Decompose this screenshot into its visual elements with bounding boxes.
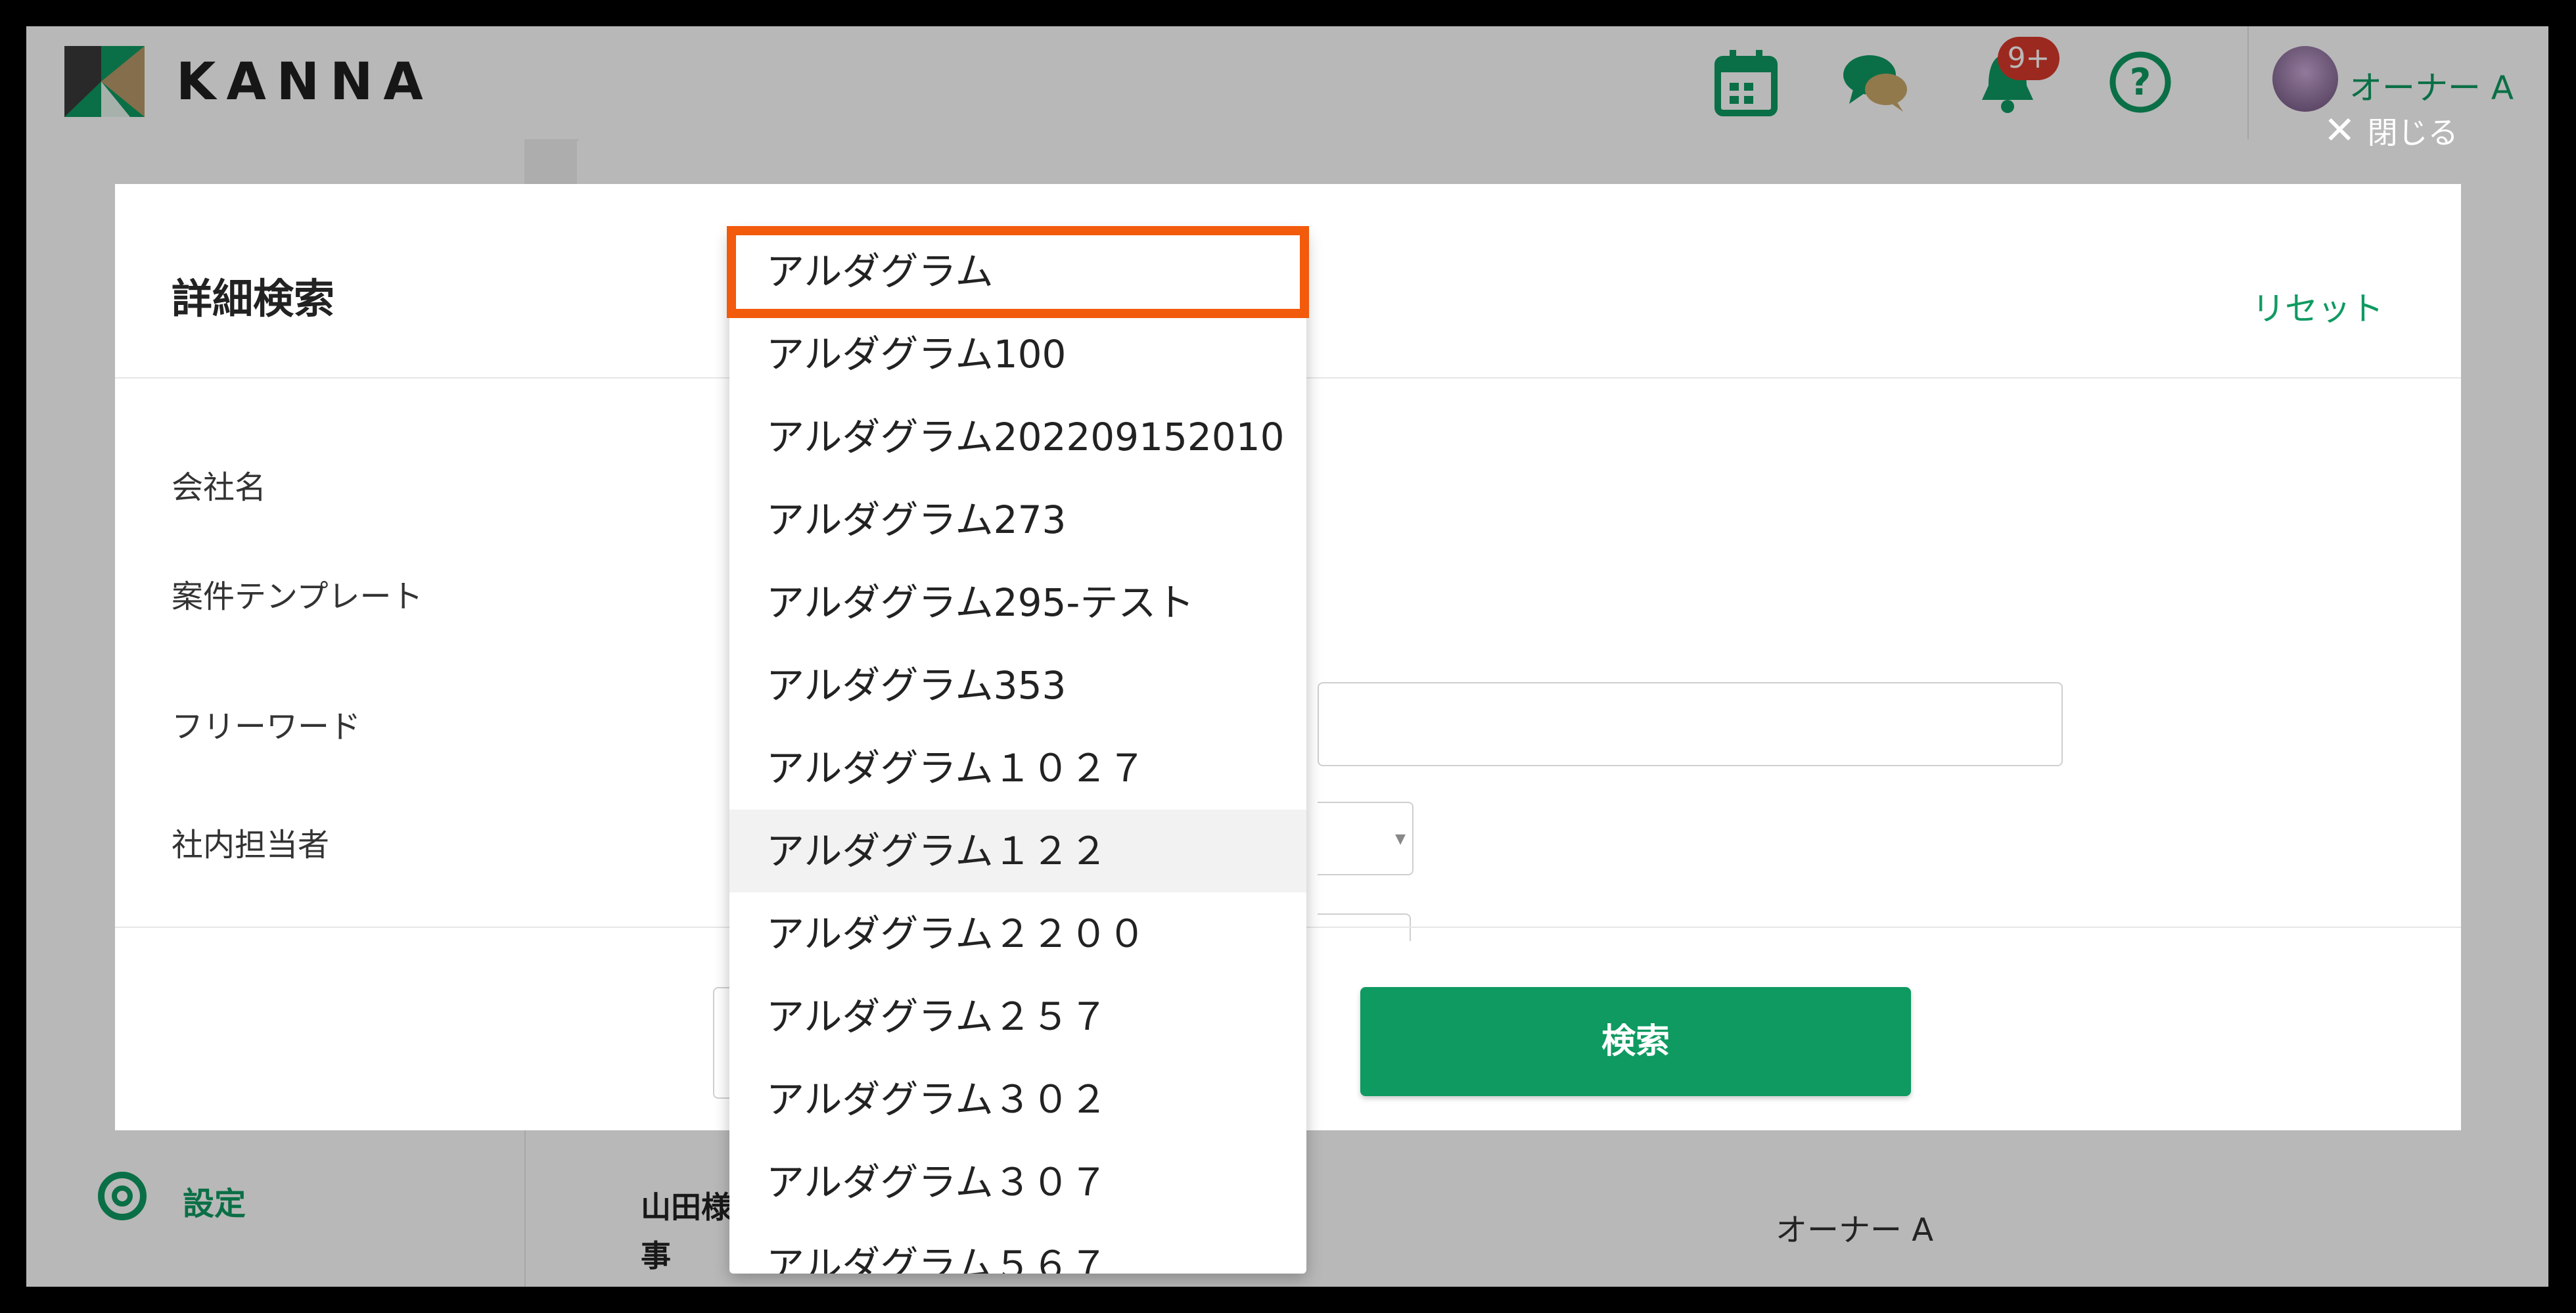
dropdown-option[interactable]: アルダグラム１０２７: [729, 727, 1306, 810]
company-dropdown: アルダグラム アルダグラム100 アルダグラム202209152010 アルダグラム2…: [729, 230, 1306, 1274]
close-icon: ✕: [2324, 108, 2356, 152]
freeword-input[interactable]: [1318, 682, 2063, 766]
field-label-template: 案件テンプレート: [172, 578, 423, 615]
reset-button[interactable]: リセット: [2252, 283, 2383, 330]
field-label-assignee: 社内担当者: [172, 827, 330, 864]
close-button[interactable]: ✕ 閉じる: [2324, 108, 2458, 152]
search-button[interactable]: 検索: [1360, 987, 1911, 1096]
app-window: KANNA 9+ ? オーナー A 設定 山田様 事 オーナー A ✕ 閉じる …: [26, 26, 2548, 1287]
close-label: 閉じる: [2367, 115, 2458, 150]
chevron-down-icon: ▾: [1394, 825, 1406, 850]
dropdown-option[interactable]: アルダグラム353: [729, 644, 1306, 727]
dropdown-option[interactable]: アルダグラム202209152010: [729, 396, 1306, 478]
selection-highlight-box: [727, 226, 1309, 318]
dropdown-option[interactable]: アルダグラム295-テスト: [729, 561, 1306, 644]
dropdown-option[interactable]: アルダグラム１２２: [729, 810, 1306, 892]
dropdown-option[interactable]: アルダグラム３０２: [729, 1058, 1306, 1141]
dropdown-option[interactable]: アルダグラム100: [729, 313, 1306, 396]
dropdown-option[interactable]: アルダグラム３０７: [729, 1141, 1306, 1224]
field-label-freeword: フリーワード: [172, 708, 361, 745]
modal-title: 詳細検索: [172, 275, 335, 323]
assignee-select[interactable]: ▾: [1318, 802, 1414, 875]
dropdown-option[interactable]: アルダグラム273: [729, 478, 1306, 561]
dropdown-option[interactable]: アルダグラム２５７: [729, 975, 1306, 1058]
dropdown-option[interactable]: アルダグラム５６７: [729, 1224, 1306, 1274]
field-label-company: 会社名: [172, 469, 267, 506]
dropdown-option[interactable]: アルダグラム２２００: [729, 892, 1306, 975]
